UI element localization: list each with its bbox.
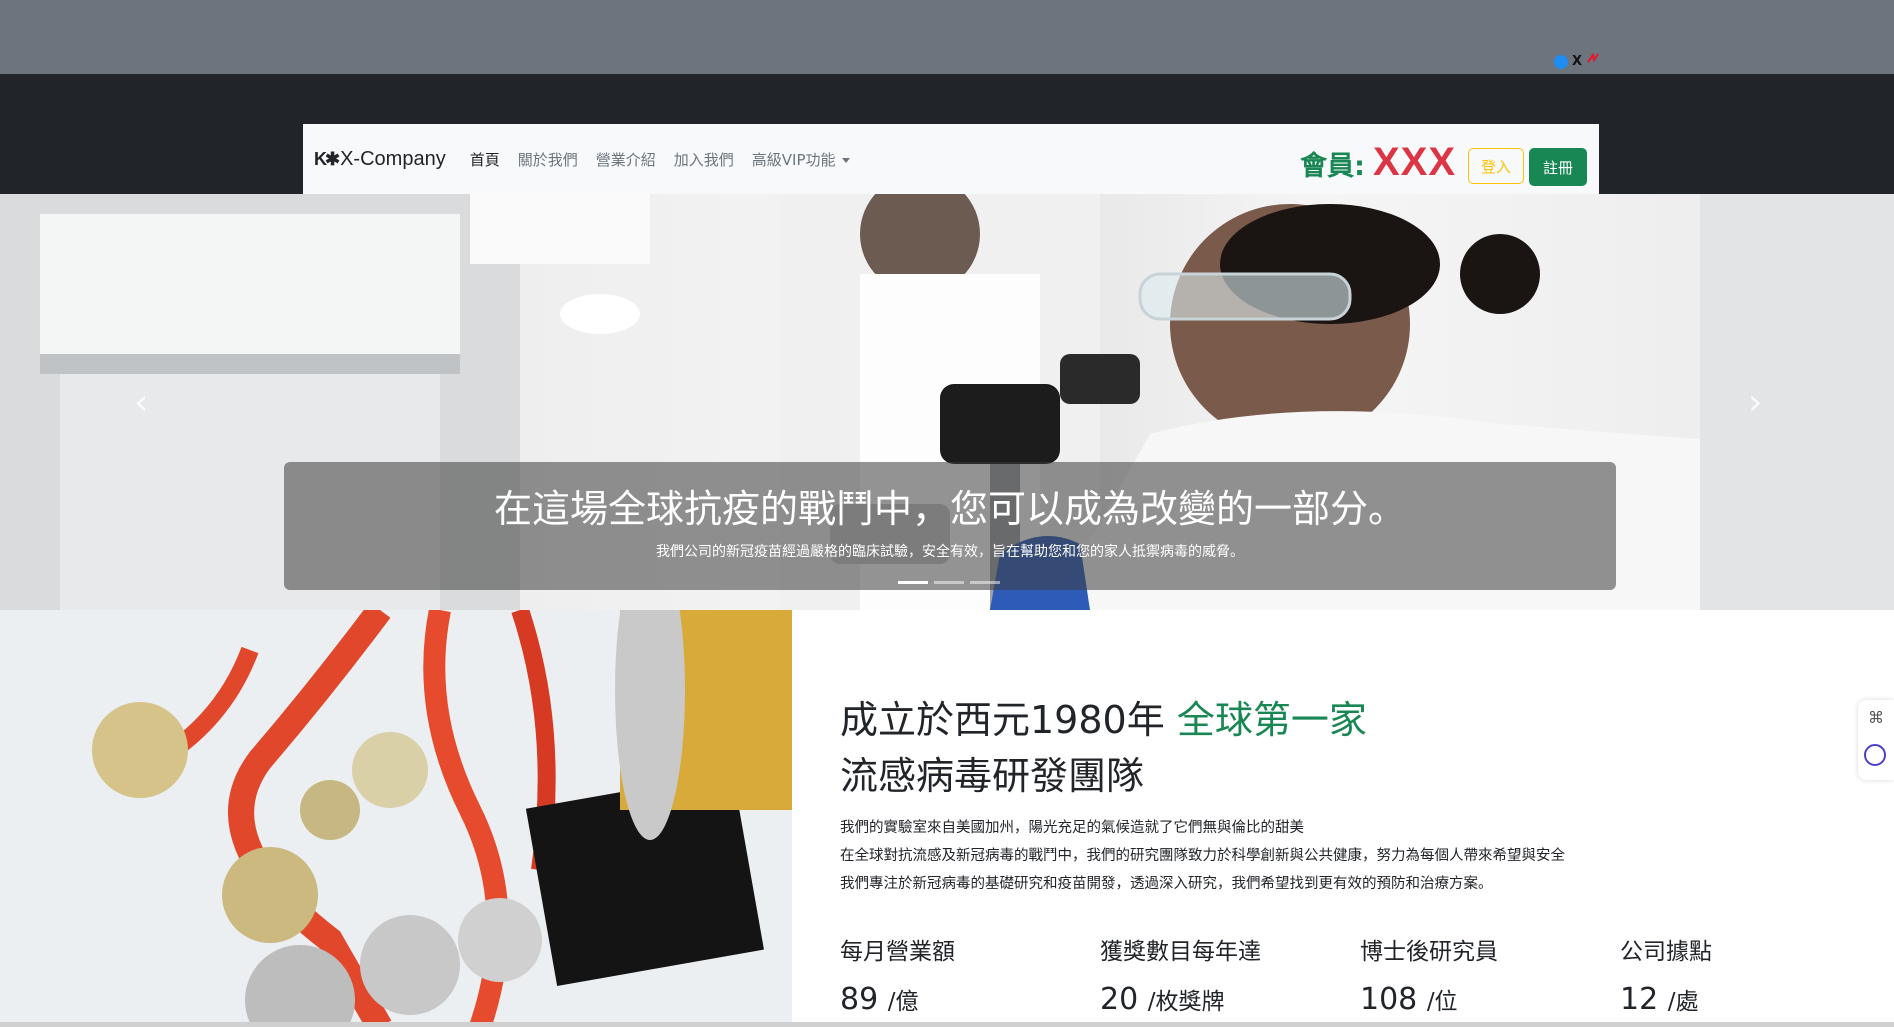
stat-number: 20 [1100, 982, 1139, 1017]
stat-postdocs: 博士後研究員 108 /位 [1360, 932, 1620, 1017]
navbar: K✱ X-Company 首頁 關於我們 營業介紹 加入我們 高級VIP功能 會… [303, 124, 1599, 194]
carousel-next-button[interactable]: › [1748, 385, 1768, 421]
about-paragraph: 我們的實驗室來自美國加州，陽光充足的氣候造就了它們無與倫比的甜美 [840, 820, 1304, 836]
x-icon[interactable]: X [1572, 54, 1582, 70]
chevron-down-icon [841, 157, 850, 163]
carousel-subtitle: 我們公司的新冠疫苗經過嚴格的臨床試驗，安全有效，旨在幫助您和您的家人抵禦病毒的威… [656, 544, 1244, 560]
hero-carousel: ‹ › 在這場全球抗疫的戰鬥中，您可以成為改變的一部分。 我們公司的新冠疫苗經過… [0, 194, 1894, 610]
stat-label: 公司據點 [1620, 939, 1712, 965]
carousel-indicator[interactable] [898, 581, 928, 584]
brand-name: X-Company [340, 147, 446, 170]
stat-monthly-revenue: 每月營業額 89 /億 [840, 932, 1100, 1017]
brand[interactable]: K✱ X-Company [314, 148, 446, 171]
stats-row: 每月營業額 89 /億 獲獎數目每年達 20 /枚獎牌 博士後研究員 108 /… [840, 932, 1880, 1017]
top-bar: X [0, 0, 1894, 74]
carousel-caption: 在這場全球抗疫的戰鬥中，您可以成為改變的一部分。 我們公司的新冠疫苗經過嚴格的臨… [284, 462, 1616, 590]
stat-value: 108 /位 [1360, 982, 1620, 1017]
about-paragraph: 在全球對抗流感及新冠病毒的戰鬥中，我們的研究團隊致力於科學創新與公共健康，努力為… [840, 848, 1565, 864]
weibo-icon[interactable] [1586, 52, 1600, 71]
scroll-edge [0, 1022, 1894, 1027]
stat-unit: /處 [1667, 989, 1699, 1015]
stat-locations: 公司據點 12 /處 [1620, 932, 1880, 1017]
apps-icon[interactable]: ⌘ [1868, 708, 1884, 727]
login-button[interactable]: 登入 [1468, 148, 1524, 184]
medals-image [0, 610, 792, 1027]
stat-label: 每月營業額 [840, 939, 955, 965]
stat-label: 博士後研究員 [1360, 939, 1498, 965]
stat-label: 獲獎數目每年達 [1100, 939, 1261, 965]
about-title: 成立於西元1980年 全球第一家 流感病毒研發團隊 [840, 692, 1850, 804]
about-title-line2: 流感病毒研發團隊 [840, 754, 1145, 798]
facebook-icon[interactable] [1553, 54, 1568, 69]
stat-number: 89 [840, 982, 879, 1017]
member-name: XXX [1372, 140, 1456, 184]
stat-number: 12 [1620, 982, 1659, 1017]
stat-unit: /枚獎牌 [1147, 989, 1225, 1015]
nav-item-about[interactable]: 關於我們 [518, 149, 578, 170]
stat-value: 89 /億 [840, 982, 1100, 1017]
stat-number: 108 [1360, 982, 1418, 1017]
stat-value: 12 /處 [1620, 982, 1880, 1017]
stat-unit: /億 [887, 989, 919, 1015]
stat-unit: /位 [1426, 989, 1458, 1015]
about-section: 成立於西元1980年 全球第一家 流感病毒研發團隊 我們的實驗室來自美國加州，陽… [840, 692, 1850, 898]
nav-item-business[interactable]: 營業介紹 [596, 149, 656, 170]
stat-value: 20 /枚獎牌 [1100, 982, 1360, 1017]
about-paragraph: 我們專注於新冠病毒的基礎研究和疫苗開發，透過深入研究，我們希望找到更有效的預防和… [840, 876, 1493, 892]
about-paragraphs: 我們的實驗室來自美國加州，陽光充足的氣候造就了它們無與倫比的甜美 在全球對抗流感… [840, 814, 1850, 898]
carousel-title: 在這場全球抗疫的戰鬥中，您可以成為改變的一部分。 [493, 487, 1406, 531]
carousel-indicator[interactable] [934, 581, 964, 584]
assistant-icon[interactable] [1864, 744, 1886, 766]
about-title-highlight: 全球第一家 [1176, 698, 1367, 742]
member-label: 會員: [1300, 151, 1365, 182]
nav-item-home[interactable]: 首頁 [470, 149, 500, 170]
register-button[interactable]: 註冊 [1529, 148, 1587, 186]
nav-item-vip-label: 高級VIP功能 [751, 150, 836, 169]
nav-item-join[interactable]: 加入我們 [674, 149, 734, 170]
carousel-prev-button[interactable]: ‹ [134, 385, 154, 421]
side-toolbar: ⌘ [1858, 700, 1894, 780]
social-links: X [1553, 52, 1600, 71]
carousel-indicators [898, 581, 1000, 584]
nav-menu: 首頁 關於我們 營業介紹 加入我們 高級VIP功能 [470, 149, 850, 170]
about-title-part1: 成立於西元1980年 [840, 698, 1165, 742]
member-greeting: 會員: XXX [1300, 140, 1456, 185]
stat-awards: 獲獎數目每年達 20 /枚獎牌 [1100, 932, 1360, 1017]
brand-logo-icon: K✱ [314, 148, 340, 169]
nav-item-vip[interactable]: 高級VIP功能 [752, 149, 850, 170]
carousel-indicator[interactable] [970, 581, 1000, 584]
medals-photo [0, 610, 792, 1027]
